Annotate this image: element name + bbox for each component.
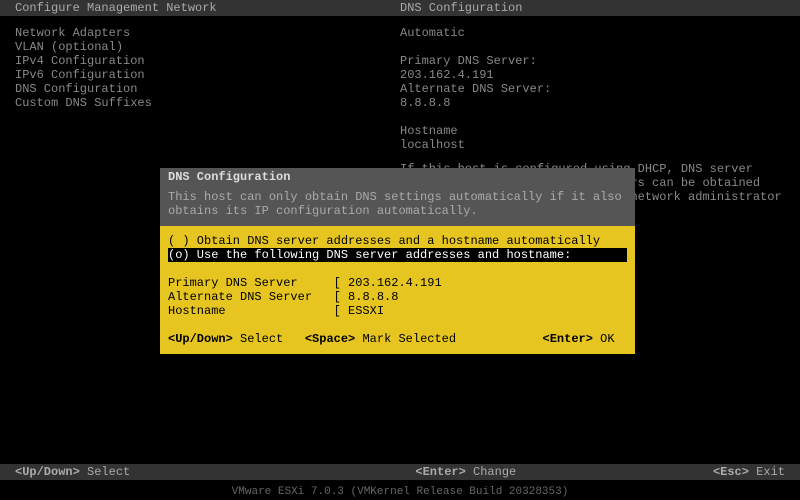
info-spacer (400, 40, 785, 54)
menu-item-dns[interactable]: DNS Configuration (15, 82, 400, 96)
field-spacer (168, 262, 627, 276)
field-alternate-value[interactable]: 8.8.8.8 (348, 290, 398, 304)
footer-label-change: Change (466, 465, 516, 479)
label-ok: OK (593, 332, 615, 346)
menu-item-network-adapters[interactable]: Network Adapters (15, 26, 400, 40)
dns-config-dialog: DNS Configuration This host can only obt… (160, 168, 635, 363)
dialog-footer: <Up/Down> Select <Space> Mark Selected <… (160, 326, 635, 354)
label-mark: Mark Selected (355, 332, 456, 346)
header-title-right: DNS Configuration (400, 1, 785, 15)
dialog-title: DNS Configuration (160, 168, 635, 186)
field-primary-label: Primary DNS Server (168, 276, 298, 290)
field-primary-value[interactable]: 203.162.4.191 (348, 276, 442, 290)
radio-auto[interactable]: ( ) Obtain DNS server addresses and a ho… (168, 234, 627, 248)
field-hostname[interactable]: Hostname [ ESSXI ] (168, 304, 627, 318)
footer-label-select: Select (80, 465, 130, 479)
menu-item-ipv6[interactable]: IPv6 Configuration (15, 68, 400, 82)
footer-key-esc[interactable]: <Esc> (713, 465, 749, 479)
field-hostname-value[interactable]: ESSXI (348, 304, 384, 318)
field-primary-dns[interactable]: Primary DNS Server [ 203.162.4.191 ] (168, 276, 627, 290)
radio-manual[interactable]: (o) Use the following DNS server address… (168, 248, 627, 262)
label-select: Select (233, 332, 283, 346)
info-primary-value: 203.162.4.191 (400, 68, 785, 82)
key-esc[interactable]: <Esc> (636, 332, 672, 346)
menu-item-ipv4[interactable]: IPv4 Configuration (15, 54, 400, 68)
dialog-body: ( ) Obtain DNS server addresses and a ho… (160, 226, 635, 326)
dialog-description: This host can only obtain DNS settings a… (160, 186, 635, 226)
field-alternate-label: Alternate DNS Server (168, 290, 312, 304)
field-hostname-label: Hostname (168, 304, 226, 318)
field-alternate-dns[interactable]: Alternate DNS Server [ 8.8.8.8 ] (168, 290, 627, 304)
info-hostname-value: localhost (400, 138, 785, 152)
footer-right: <Esc> Exit (646, 465, 785, 479)
key-space[interactable]: <Space> (305, 332, 355, 346)
footer-bar: <Up/Down> Select <Enter> Change <Esc> Ex… (0, 464, 800, 480)
menu-item-vlan[interactable]: VLAN (optional) (15, 40, 400, 54)
header-bar: Configure Management Network DNS Configu… (0, 0, 800, 16)
footer-key-updown[interactable]: <Up/Down> (15, 465, 80, 479)
info-alternate-value: 8.8.8.8 (400, 96, 785, 110)
info-primary-label: Primary DNS Server: (400, 54, 785, 68)
footer-center: <Enter> Change (415, 465, 646, 479)
menu-item-custom-dns[interactable]: Custom DNS Suffixes (15, 96, 400, 110)
header-title-left: Configure Management Network (15, 1, 400, 15)
info-alternate-label: Alternate DNS Server: (400, 82, 785, 96)
footer-label-exit: Exit (749, 465, 785, 479)
info-spacer2 (400, 110, 785, 124)
footer-key-enter[interactable]: <Enter> (415, 465, 465, 479)
label-cancel: Cancel (672, 332, 722, 346)
info-hostname-label: Hostname (400, 124, 785, 138)
key-enter[interactable]: <Enter> (543, 332, 593, 346)
info-automatic: Automatic (400, 26, 785, 40)
footer-left: <Up/Down> Select (15, 465, 415, 479)
version-text: VMware ESXi 7.0.3 (VMKernel Release Buil… (0, 486, 800, 498)
key-updown[interactable]: <Up/Down> (168, 332, 233, 346)
